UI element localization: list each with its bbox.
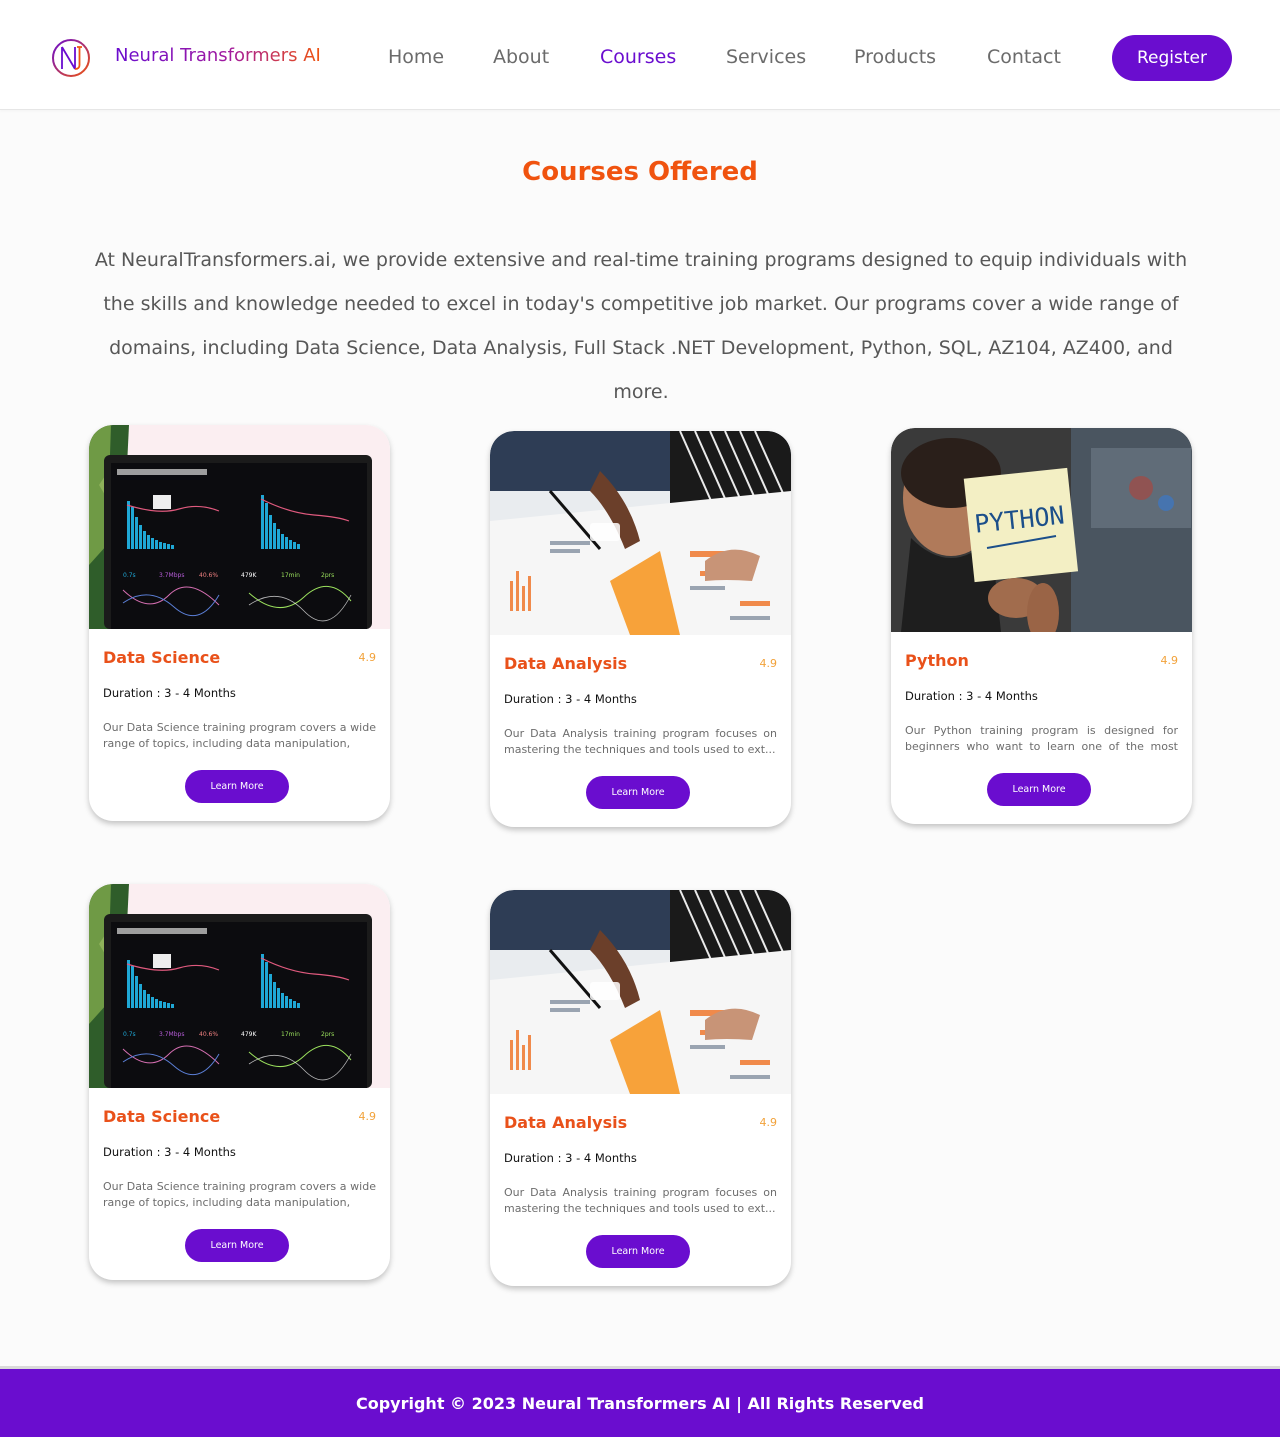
copyright-text: Copyright © 2023 Neural Transformers AI …: [355, 1393, 924, 1413]
course-image: PYTHON: [891, 428, 1192, 632]
nav-home[interactable]: Home: [388, 46, 444, 68]
learn-more-button[interactable]: Learn More: [185, 770, 289, 803]
course-title: Python: [905, 651, 969, 670]
course-duration: Duration : 3 - 4 Months: [905, 689, 1038, 703]
course-rating: 4.9: [1160, 654, 1179, 667]
course-duration: Duration : 3 - 4 Months: [103, 1145, 236, 1159]
course-description: Our Data Science training program covers…: [103, 1180, 376, 1209]
course-rating: 4.9: [759, 657, 778, 670]
learn-more-button[interactable]: Learn More: [586, 1235, 690, 1268]
course-card: PYTHON Python 4.9 Duration : 3 - 4 Month…: [891, 428, 1192, 824]
people-reviewing-charts-image: [490, 431, 791, 635]
course-description: Our Python training program is designed …: [905, 724, 1178, 753]
learn-more-button[interactable]: Learn More: [185, 1229, 289, 1262]
course-description: Our Data Analysis training program focus…: [504, 727, 777, 756]
course-description: Our Data Analysis training program focus…: [504, 1186, 777, 1215]
analytics-dashboard-image: [89, 425, 390, 629]
course-rating: 4.9: [759, 1116, 778, 1129]
nav-contact[interactable]: Contact: [987, 46, 1061, 68]
course-duration: Duration : 3 - 4 Months: [504, 1151, 637, 1165]
course-card: Data Science 4.9 Duration : 3 - 4 Months…: [89, 884, 390, 1280]
page-title: Courses Offered: [522, 157, 758, 187]
course-card: Data Analysis 4.9 Duration : 3 - 4 Month…: [490, 890, 791, 1286]
intro-paragraph: At NeuralTransformers.ai, we provide ext…: [94, 249, 1188, 403]
course-image: [89, 425, 390, 629]
learn-more-button[interactable]: Learn More: [987, 773, 1091, 806]
course-card: Data Science 4.9 Duration : 3 - 4 Months…: [89, 425, 390, 821]
site-footer: Copyright © 2023 Neural Transformers AI …: [0, 1366, 1280, 1437]
register-button[interactable]: Register: [1112, 35, 1232, 81]
course-rating: 4.9: [358, 1110, 377, 1123]
logo-icon[interactable]: [51, 38, 91, 78]
nav-products[interactable]: Products: [854, 46, 936, 68]
course-duration: Duration : 3 - 4 Months: [504, 692, 637, 706]
nav-about[interactable]: About: [493, 46, 549, 68]
course-duration: Duration : 3 - 4 Months: [103, 686, 236, 700]
course-title: Data Analysis: [504, 654, 628, 673]
course-image: [490, 890, 791, 1094]
course-card: Data Analysis 4.9 Duration : 3 - 4 Month…: [490, 431, 791, 827]
brand-name[interactable]: Neural Transformers AI: [115, 45, 321, 66]
people-reviewing-charts-image: [490, 890, 791, 1094]
course-image: [490, 431, 791, 635]
site-header: Neural Transformers AI Home About Course…: [0, 0, 1280, 110]
course-title: Data Science: [103, 1107, 221, 1126]
analytics-dashboard-image: [89, 884, 390, 1088]
course-title: Data Analysis: [504, 1113, 628, 1132]
learn-more-button[interactable]: Learn More: [586, 776, 690, 809]
nav-services[interactable]: Services: [726, 46, 806, 68]
python-sticky-note-image: PYTHON: [891, 428, 1192, 632]
course-image: [89, 884, 390, 1088]
nav-courses[interactable]: Courses: [600, 46, 676, 68]
course-rating: 4.9: [358, 651, 377, 664]
course-title: Data Science: [103, 648, 221, 667]
course-description: Our Data Science training program covers…: [103, 721, 376, 750]
